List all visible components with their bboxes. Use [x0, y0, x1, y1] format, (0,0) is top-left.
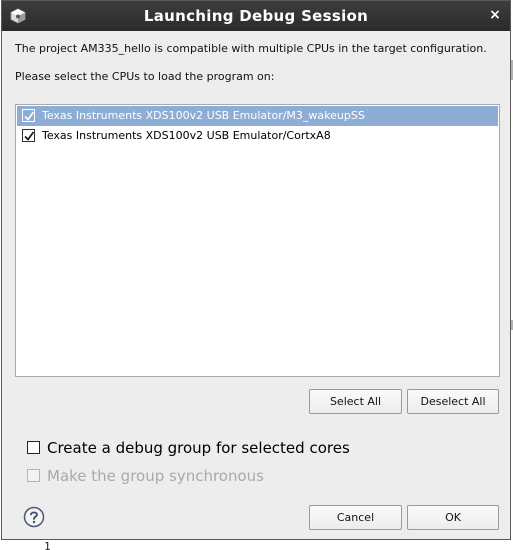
checkmark-icon	[24, 111, 35, 121]
cpu-checkbox[interactable]	[22, 109, 35, 122]
checkmark-icon	[24, 131, 35, 141]
synchronous-label: Make the group synchronous	[47, 467, 264, 485]
launch-debug-dialog: Launching Debug Session × The project AM…	[1, 0, 511, 540]
cpu-list-item[interactable]: Texas Instruments XDS100v2 USB Emulator/…	[17, 106, 498, 126]
cpu-list-item[interactable]: Texas Instruments XDS100v2 USB Emulator/…	[17, 126, 498, 146]
select-cpus-prompt: Please select the CPUs to load the progr…	[15, 70, 275, 83]
ok-button[interactable]: OK	[407, 505, 499, 530]
cpu-checkbox[interactable]	[22, 129, 35, 142]
cpu-label: Texas Instruments XDS100v2 USB Emulator/…	[42, 129, 331, 142]
create-group-label: Create a debug group for selected cores	[47, 439, 350, 457]
dialog-title: Launching Debug Session	[143, 7, 369, 25]
cancel-button[interactable]: Cancel	[309, 505, 402, 530]
background-text: 1	[44, 540, 51, 550]
compatibility-message: The project AM335_hello is compatible wi…	[15, 42, 487, 55]
help-question-icon[interactable]	[23, 506, 45, 528]
deselect-all-button[interactable]: Deselect All	[407, 389, 499, 414]
title-bar[interactable]: Launching Debug Session ×	[2, 1, 510, 31]
create-group-checkbox[interactable]	[27, 441, 40, 454]
synchronous-checkbox	[27, 469, 40, 482]
close-icon[interactable]: ×	[488, 8, 502, 22]
select-all-button[interactable]: Select All	[309, 389, 402, 414]
cpu-list[interactable]: Texas Instruments XDS100v2 USB Emulator/…	[15, 104, 500, 377]
cpu-label: Texas Instruments XDS100v2 USB Emulator/…	[42, 109, 365, 122]
